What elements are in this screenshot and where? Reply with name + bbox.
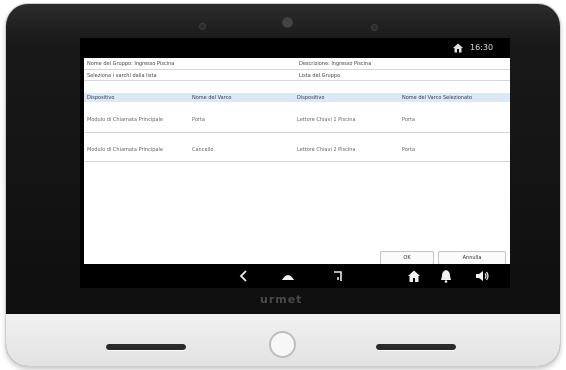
select-from-list-label: Seleziona i varchi dalla lista bbox=[87, 73, 157, 79]
right-header-selected-gate: Nome del Varco Selezionato bbox=[402, 95, 473, 101]
right-speaker-slot bbox=[376, 344, 456, 350]
table-row-separator bbox=[84, 161, 510, 162]
description-label[interactable]: Descrizione: Ingresso Piscina bbox=[299, 61, 371, 67]
home-icon[interactable] bbox=[280, 268, 296, 284]
proximity-sensor bbox=[199, 23, 206, 30]
status-bar: 16:30 bbox=[80, 38, 510, 58]
volume-icon[interactable] bbox=[474, 268, 490, 284]
group-name-label[interactable]: Nome del Gruppo: Ingresso Piscina bbox=[87, 61, 174, 67]
touch-screen: 16:30 Nome del Gruppo: Ingresso Piscina … bbox=[80, 38, 510, 288]
back-icon[interactable] bbox=[236, 268, 252, 284]
intercom-device: 16:30 Nome del Gruppo: Ingresso Piscina … bbox=[6, 4, 560, 366]
table-row-separator bbox=[84, 132, 510, 133]
right-row-1-gate[interactable]: Porta bbox=[402, 117, 415, 123]
home-icon[interactable] bbox=[452, 42, 464, 54]
cancel-button[interactable]: Annulla bbox=[438, 251, 506, 265]
cancel-button-label: Annulla bbox=[462, 255, 482, 261]
divider bbox=[84, 80, 510, 81]
left-row-2-device[interactable]: Modulo di Chiamata Principale bbox=[87, 147, 163, 153]
divider bbox=[84, 69, 510, 70]
exit-icon[interactable] bbox=[330, 268, 346, 284]
bell-icon[interactable] bbox=[438, 268, 454, 284]
camera-lens bbox=[282, 17, 293, 28]
group-editor-panel: Nome del Gruppo: Ingresso Piscina Descri… bbox=[84, 58, 510, 265]
left-speaker-slot bbox=[106, 344, 186, 350]
left-header-gate-name: Nome del Varco bbox=[192, 95, 232, 101]
left-row-1-gate[interactable]: Porta bbox=[192, 117, 205, 123]
right-header-device: Dispositivo bbox=[297, 95, 325, 101]
clock-time: 16:30 bbox=[470, 43, 494, 52]
group-list-label: Lista del Gruppo bbox=[299, 73, 341, 79]
light-sensor bbox=[371, 24, 378, 31]
ok-button-label: OK bbox=[403, 255, 411, 261]
right-row-2-gate[interactable]: Porta bbox=[402, 147, 415, 153]
right-row-2-device[interactable]: Lettore Chiavi 2 Piscina bbox=[297, 147, 355, 153]
physical-round-button[interactable] bbox=[269, 331, 296, 358]
device-lower-band bbox=[6, 314, 560, 366]
left-row-2-gate[interactable]: Cancello bbox=[192, 147, 213, 153]
ok-button[interactable]: OK bbox=[380, 251, 434, 265]
right-row-1-device[interactable]: Lettore Chiavi 1 Piscina bbox=[297, 117, 355, 123]
house-icon[interactable] bbox=[406, 268, 422, 284]
navigation-bar bbox=[80, 264, 510, 288]
left-row-1-device[interactable]: Modulo di Chiamata Principale bbox=[87, 117, 163, 123]
left-header-device: Dispositivo bbox=[87, 95, 115, 101]
brand-logo: urmet bbox=[260, 293, 303, 306]
